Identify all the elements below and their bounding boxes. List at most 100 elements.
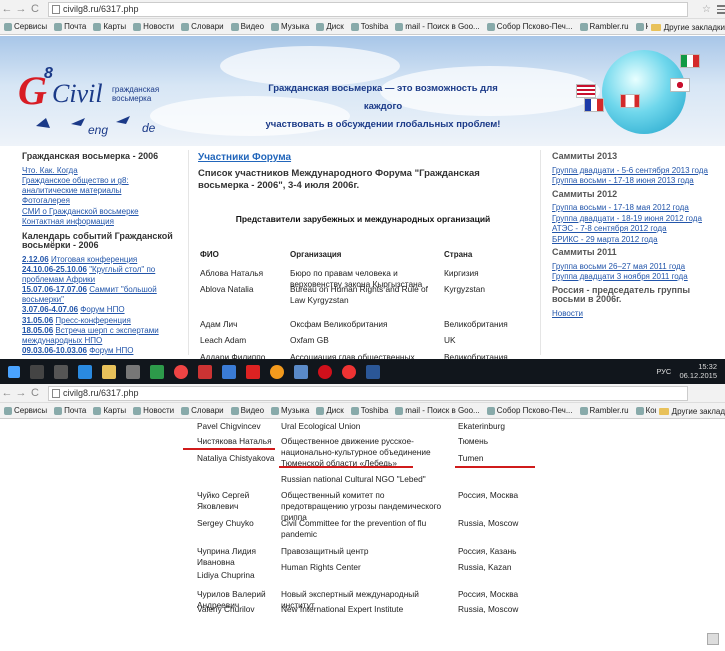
event-date[interactable]: 15.07.06-17.07.06 [22,285,87,294]
summit-link[interactable]: Группа двадцати 3 ноября 2011 года [552,272,712,282]
summit-link[interactable]: Группа восьми - 17-18 мая 2012 года [552,203,712,213]
bookmark-item[interactable]: Музыка [271,22,309,31]
yandex-icon[interactable] [246,364,260,379]
bookmark-item[interactable]: mail - Поиск в Goo... [395,22,480,31]
page-title[interactable]: Участники Форума [198,152,528,163]
cell-org: Civil Committee for the prevention of fl… [281,518,427,539]
bookmark-item[interactable]: Rambler.ru [579,406,629,415]
event-text[interactable]: Итоговая конференция [51,255,137,264]
cell-country: Ekaterinburg [458,421,506,431]
url-input[interactable]: civilg8.ru/6317.php [48,385,688,401]
bookmark-item[interactable]: Карты [93,22,126,31]
star-icon[interactable]: ☆ [702,4,711,15]
forward-icon[interactable]: → [14,387,28,399]
site-logo[interactable]: G 8 Civil гражданская восьмерка eng de [16,56,186,146]
back-icon[interactable]: ← [0,3,14,15]
back-icon[interactable]: ← [0,387,14,399]
event-item[interactable]: 2.12.06 Итоговая конференция [22,255,182,265]
summit-link[interactable]: Группа восьми 26–27 мая 2011 года [552,262,712,272]
bookmark-item[interactable]: Новости [133,22,174,31]
bookmark-item[interactable]: Сервисы [4,406,47,415]
summit-link[interactable]: Группа двадцати - 5-6 сентября 2013 года [552,166,712,176]
bookmark-item[interactable]: Собор Псково-Печ... [486,406,573,415]
logo-sub1: гражданская [112,85,159,94]
event-item[interactable]: 3.07.06-4.07.06 Форум НПО [22,305,182,315]
left-link[interactable]: Гражданское общество и g8: аналитические… [22,176,182,195]
explorer-icon[interactable] [102,364,116,379]
event-date[interactable]: 31.05.06 [22,316,53,325]
left-link[interactable]: Фотогалерея [22,196,182,206]
event-item[interactable]: 31.05.06 Пресс-конференция [22,316,182,326]
event-date[interactable]: 24.10.06-25.10.06 [22,265,87,274]
menu-icon[interactable] [717,4,725,14]
other-bookmarks[interactable]: Другие закладки [647,19,725,34]
event-item[interactable]: 18.05.06 Встреча шерп с экспертами между… [22,326,182,345]
app-icon[interactable] [150,364,164,379]
site-banner: G 8 Civil гражданская восьмерка eng de Г… [0,36,725,146]
bookmark-item[interactable]: Музыка [271,406,309,415]
clock-date[interactable]: 06.12.2015 [679,371,717,380]
bookmark-item[interactable]: Диск [316,22,344,31]
scroll-corner-icon[interactable] [707,633,719,645]
summit-link[interactable]: Группа восьми - 17-18 июня 2013 года [552,176,712,186]
cell-country: Россия, Москва [458,490,519,500]
bookmark-item[interactable]: Toshiba [350,406,388,415]
bookmark-item[interactable]: Сервисы [4,22,47,31]
bookmark-item[interactable]: Toshiba [350,22,388,31]
yandex-browser-icon[interactable] [342,364,356,379]
bookmark-item[interactable]: Карты [93,406,126,415]
url-text: civilg8.ru/6317.php [63,387,139,398]
event-item[interactable]: 15.07.06-17.07.06 Саммит "большой восьме… [22,285,182,304]
event-text[interactable]: Форум НПО [89,346,133,355]
cell-fio: Чуйко Сергей Яковлевич [197,490,250,511]
event-item[interactable]: 09.03.06-10.03.06 Форум НПО [22,346,182,356]
word-icon[interactable] [366,364,380,379]
left-link[interactable]: Что. Как. Когда [22,166,182,176]
bookmark-item[interactable]: Словари [181,406,224,415]
red-underline [183,448,275,450]
summit-link[interactable]: Группа двадцати - 18-19 июня 2012 года [552,214,712,224]
task-view-icon[interactable] [54,364,68,379]
edge-icon[interactable] [78,364,92,379]
summit-link[interactable]: БРИКС - 29 марта 2012 года [552,235,712,245]
event-date[interactable]: 18.05.06 [22,326,53,335]
event-text[interactable]: Форум НПО [80,305,124,314]
bookmark-item[interactable]: Новости [133,406,174,415]
reload-icon[interactable]: C [28,3,42,15]
url-input[interactable]: civilg8.ru/6317.php [48,1,688,17]
logo-sub2: восьмерка [112,94,152,103]
event-item[interactable]: 24.10.06-25.10.06 "Круглый стол" по проб… [22,265,182,284]
bookmark-item[interactable]: Видео [230,22,264,31]
event-text[interactable]: Пресс-конференция [55,316,131,325]
forward-icon[interactable]: → [14,3,28,15]
left-link[interactable]: Контактная информация [22,217,182,227]
event-date[interactable]: 3.07.06-4.07.06 [22,305,78,314]
opera-icon[interactable] [318,364,332,379]
bookmark-item[interactable]: Собор Псково-Печ... [486,22,573,31]
search-icon[interactable] [30,364,44,379]
reload-icon[interactable]: C [28,387,42,399]
other-bookmarks[interactable]: Другие заклад [655,403,725,418]
event-date[interactable]: 2.12.06 [22,255,49,264]
app-icon[interactable] [294,364,308,379]
store-icon[interactable] [126,364,140,379]
app-icon[interactable] [198,364,212,379]
bookmark-item[interactable]: mail - Поиск в Goo... [395,406,480,415]
bookmark-item[interactable]: Почта [54,406,86,415]
bookmark-item[interactable]: Диск [316,406,344,415]
bookmark-item[interactable]: Почта [54,22,86,31]
chrome-icon[interactable] [174,364,188,379]
firefox-icon[interactable] [270,364,284,379]
bookmark-icon [350,22,359,31]
language-indicator[interactable]: РУС [656,367,671,376]
summit-link[interactable]: АТЭС - 7-8 сентября 2012 года [552,224,712,234]
app-icon[interactable] [222,364,236,379]
bookmark-item[interactable]: Rambler.ru [579,22,629,31]
windows-start-icon[interactable] [8,365,20,378]
summit-link[interactable]: Новости [552,309,712,319]
event-date[interactable]: 09.03.06-10.03.06 [22,346,87,355]
bookmark-item[interactable]: Видео [230,406,264,415]
left-link[interactable]: СМИ о Гражданской восьмерке [22,207,182,217]
bookmark-item[interactable]: Словари [181,22,224,31]
clock-time[interactable]: 15:32 [679,362,717,371]
